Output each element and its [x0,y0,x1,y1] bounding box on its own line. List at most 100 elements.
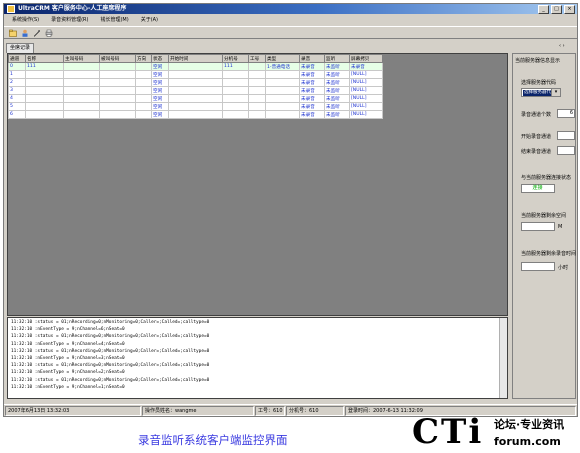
table-cell [63,86,100,95]
print-icon[interactable] [45,29,53,37]
cti-domain: forum.com [494,435,561,448]
column-header[interactable]: 类型 [265,54,300,63]
column-header[interactable]: 分机号 [222,54,249,63]
cti-tagline: 论坛·专业资讯 [494,418,565,431]
table-cell [99,78,136,87]
table-cell: 2 [8,78,26,87]
menu-recordings[interactable]: 录音资料管理(R) [51,15,88,25]
table-cell [168,102,223,111]
remaining-time-label: 当前服务器剩余录音时间 [521,251,577,257]
log-line: 11:32:10 :status = 01;nRecording=0;nMoni… [11,348,210,354]
table-row[interactable]: 5 空闲 未录音 未监听 [NULL] [8,102,383,111]
table-cell: 未监听 [324,102,350,111]
table-cell [63,102,100,111]
column-header[interactable]: 监听 [324,54,350,63]
table-cell [222,110,249,119]
cti-logo: CTi [412,412,484,452]
column-header[interactable]: 状态 [151,54,169,63]
table-row[interactable]: 2 空闲 未录音 未监听 [NULL] [8,78,383,87]
table-row[interactable]: 4 空闲 未录音 未监听 [NULL] [8,94,383,103]
table-cell [25,102,64,111]
table-cell [168,86,223,95]
title-bar: UltraCRM 客户服务中心-人工座席程序 _ □ × [4,4,577,14]
table-cell: 未监听 [324,86,350,95]
table-cell [99,102,136,111]
table-cell [168,94,223,103]
chevron-down-icon[interactable]: ▾ [551,89,560,96]
event-log[interactable]: 11:32:10 :status = 01;nRecording=0;nMoni… [7,317,508,399]
column-header[interactable]: 被叫号码 [99,54,136,63]
table-cell: 未录音 [299,94,325,103]
column-header[interactable]: 屏幕拷贝 [349,54,383,63]
disk-space-field [521,222,555,231]
minimize-button[interactable]: _ [538,5,549,14]
table-cell [63,94,100,103]
table-cell [25,70,64,79]
table-cell [135,70,152,79]
table-cell [99,62,136,71]
table-cell: 111 [222,62,249,71]
table-cell [99,70,136,79]
table-row[interactable]: 3 空闲 未录音 未监听 [NULL] [8,86,383,95]
column-header[interactable]: 开始时间 [168,54,223,63]
open-icon[interactable] [9,29,17,37]
table-cell: 空闲 [151,78,169,87]
table-cell: 111 [25,62,64,71]
app-icon [7,5,15,13]
column-header[interactable]: 主叫号码 [63,54,100,63]
status-worker-id: 工号：610 [255,406,285,416]
tab-row: 坐席记录 [4,42,510,53]
conn-status-field: 连接 [521,184,555,193]
table-cell [222,94,249,103]
menu-about[interactable]: 关于(A) [141,15,158,25]
table-cell [63,70,100,79]
menu-bar: 系统操作(S) 录音资料管理(R) 钱长管理(M) 关于(A) [4,15,577,25]
table-row[interactable]: 0 111 空闲 111 1-普通电话 未录音 未监听 未录音 [8,62,383,71]
table-cell: 空闲 [151,94,169,103]
menu-manager[interactable]: 钱长管理(M) [100,15,128,25]
tab-scroll-arrows[interactable]: ‹ › [559,43,565,49]
table-cell [265,70,300,79]
log-scrollbar[interactable] [499,318,507,398]
table-cell: 未监听 [324,110,350,119]
column-header[interactable]: 通道 [8,54,26,63]
start-channel-field[interactable] [557,131,575,140]
table-cell [222,70,249,79]
table-row[interactable]: 1 空闲 未录音 未监听 [NULL] [8,70,383,79]
column-header[interactable]: 方向 [135,54,152,63]
status-operator: 操作员姓名：wangme [142,406,254,416]
end-channel-field[interactable] [557,146,575,155]
tab-seat-records[interactable]: 坐席记录 [6,43,35,53]
log-line: 11:32:10 :nEventType = 9;nChannel=6;nSea… [11,327,125,333]
channel-count-field[interactable]: 6 [557,109,575,118]
server-code-select[interactable]: 选择服务器代码 ▾ [521,88,561,97]
log-line: 11:32:10 :nEventType = 9;nChannel=4;nSea… [11,341,125,347]
table-cell [265,110,300,119]
close-button[interactable]: × [564,5,575,14]
toolbar [4,26,577,39]
log-line: 11:32:10 :nEventType = 9;nChannel=1;nSea… [11,384,125,390]
table-cell: [NULL] [349,70,383,79]
log-line: 11:32:10 :status = 01;nRecording=0;nMoni… [11,363,210,369]
table-cell [135,86,152,95]
log-line: 11:32:10 :nEventType = 9;nChannel=2;nSea… [11,370,125,376]
figure-caption: 录音监听系统客户端监控界面 [138,433,288,447]
table-cell: 未录音 [299,102,325,111]
channel-table: 通道 名称 主叫号码 被叫号码 方向 状态 开始时间 分机号 工号 类型 录音 监听 屏幕拷贝 0 111… [8,54,383,119]
user-icon[interactable] [21,29,29,37]
table-cell: 0 [8,62,26,71]
column-header[interactable]: 工号 [248,54,266,63]
maximize-button[interactable]: □ [551,5,562,14]
tools-icon[interactable] [33,29,41,37]
column-header[interactable]: 录音 [299,54,325,63]
table-cell [265,86,300,95]
disk-space-label: 当前服务器剩余空间 [521,213,567,219]
menu-system[interactable]: 系统操作(S) [12,15,39,25]
column-header[interactable]: 名称 [25,54,64,63]
table-row[interactable]: 6 空闲 未录音 未监听 [NULL] [8,110,383,119]
table-cell [99,94,136,103]
table-cell: 5 [8,102,26,111]
table-cell: 空闲 [151,86,169,95]
table-cell: 未录音 [299,86,325,95]
table-cell [248,110,266,119]
